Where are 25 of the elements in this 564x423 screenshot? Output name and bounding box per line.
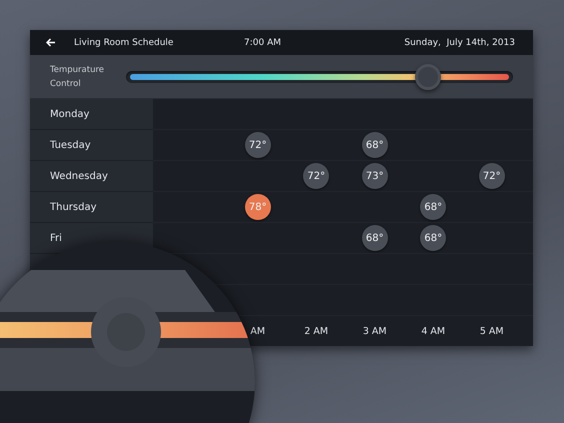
temperature-point[interactable]: 68° [362,132,388,158]
temperature-point[interactable]: 73° [362,163,388,189]
time-label: 3 AM [362,326,387,336]
day-label: Wednesday [50,170,108,182]
time-label: 5 AM [480,326,504,336]
temperature-point[interactable]: 68° [420,225,446,251]
temperature-point[interactable]: 68° [420,194,446,220]
temperature-point[interactable]: 72° [478,163,505,189]
temperature-slider[interactable] [126,62,513,90]
window-title: Living Room Schedule [74,38,174,48]
slider-thumb[interactable] [414,64,441,90]
temperature-point[interactable]: 72° [244,132,271,158]
temperature-point[interactable]: 68° [362,225,388,251]
day-label: Thursday [50,202,96,212]
day-label: Fri [50,232,62,244]
temperature-point[interactable]: 72° [303,163,330,189]
current-date: Sunday, July 14th, 2013 [404,38,515,48]
back-arrow-icon[interactable] [46,38,56,47]
time-label: AM [250,326,266,336]
time-label: 2 AM [304,326,328,336]
day-label: Monday [50,108,90,120]
current-time: 7:00 AM [244,38,282,48]
temperature-label: Tempurature Control [50,64,106,90]
day-label: Tuesday [50,140,91,150]
time-label: 4 AM [421,326,446,336]
